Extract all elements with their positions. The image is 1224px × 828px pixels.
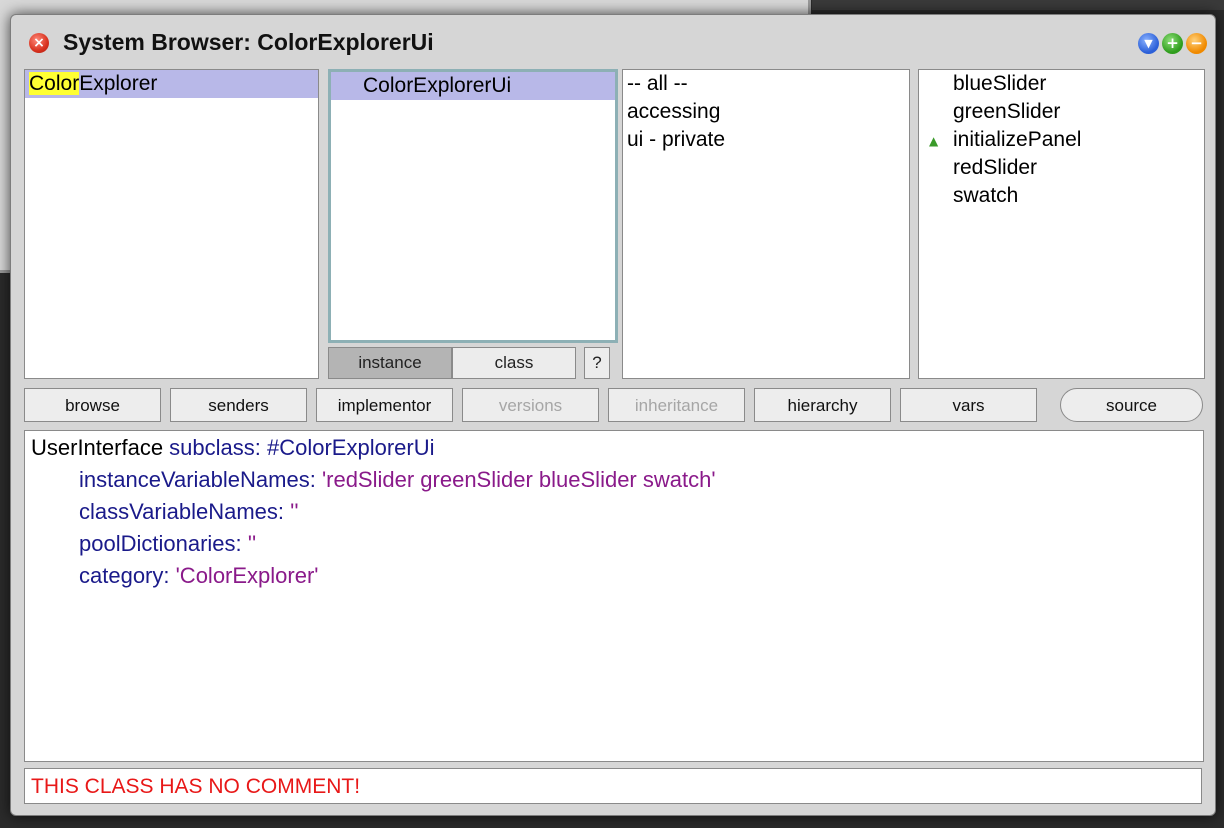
class-comment-pane[interactable]: THIS CLASS HAS NO COMMENT! [24,768,1202,804]
keyword: category: [79,563,176,588]
string-literal: 'ColorExplorer' [175,563,319,588]
browser-toolbar: browse senders implementor versions inhe… [24,388,1204,424]
code-line-4: poolDictionaries: '' [79,531,256,557]
background-desktop [812,0,1224,10]
inheritance-button[interactable]: inheritance [608,388,745,422]
method-list[interactable]: blueSlider greenSlider ▲ initializePanel … [918,69,1205,379]
vars-button[interactable]: vars [900,388,1037,422]
system-browser-window: × System Browser: ColorExplorerUi ▼ + − … [10,14,1216,816]
string-literal: 'redSlider greenSlider blueSlider swatch… [321,467,716,492]
versions-button[interactable]: versions [462,388,599,422]
protocol-item-ui-private[interactable]: ui - private [623,126,909,154]
superclass-name: UserInterface [31,435,164,460]
string-literal: '' [290,499,299,524]
window-controls: ▼ + − [1138,33,1207,54]
source-button[interactable]: source [1060,388,1203,422]
senders-button[interactable]: senders [170,388,307,422]
instance-toggle[interactable]: instance [328,347,452,379]
keyword: classVariableNames: [79,499,291,524]
method-item-greenslider[interactable]: greenSlider [919,98,1204,126]
hierarchy-button[interactable]: hierarchy [754,388,891,422]
protocol-item-accessing[interactable]: accessing [623,98,909,126]
window-title: System Browser: ColorExplorerUi [63,29,434,55]
menu-down-icon[interactable]: ▼ [1138,33,1159,54]
browse-button[interactable]: browse [24,388,161,422]
method-item-redslider[interactable]: redSlider [919,154,1204,182]
code-line-5: category: 'ColorExplorer' [79,563,319,589]
package-item-colorexplorer[interactable]: ColorExplorer [25,70,318,98]
implementor-button[interactable]: implementor [316,388,453,422]
method-label: initializePanel [953,128,1082,151]
protocol-list[interactable]: -- all -- accessing ui - private [622,69,910,379]
collapse-minus-icon[interactable]: − [1186,33,1207,54]
expand-plus-icon[interactable]: + [1162,33,1183,54]
keyword: poolDictionaries: [79,531,248,556]
method-item-initializepanel[interactable]: ▲ initializePanel [919,126,1204,154]
help-button[interactable]: ? [584,347,610,379]
class-toggle[interactable]: class [452,347,576,379]
search-highlight: Color [29,72,80,95]
code-editor[interactable]: UserInterface subclass: #ColorExplorerUi… [24,430,1204,762]
code-line-2: instanceVariableNames: 'redSlider greenS… [79,467,716,493]
override-arrow-icon: ▲ [929,134,939,148]
package-list[interactable]: ColorExplorer [24,69,319,379]
class-side-switch: instance class ? [328,347,612,379]
code-line-1: UserInterface subclass: #ColorExplorerUi [31,435,435,461]
class-item-colorexplorerui[interactable]: ColorExplorerUi [331,72,615,100]
code-line-3: classVariableNames: '' [79,499,299,525]
method-item-swatch[interactable]: swatch [919,182,1204,210]
subclass-selector: subclass: #ColorExplorerUi [163,435,435,460]
close-icon[interactable]: × [29,33,49,53]
package-label: Explorer [79,72,158,95]
method-item-blueslider[interactable]: blueSlider [919,70,1204,98]
protocol-item-all[interactable]: -- all -- [623,70,909,98]
title-bar[interactable]: × System Browser: ColorExplorerUi ▼ + − [11,15,1215,69]
keyword: instanceVariableNames: [79,467,322,492]
class-list[interactable]: ColorExplorerUi [328,69,618,343]
string-literal: '' [247,531,257,556]
